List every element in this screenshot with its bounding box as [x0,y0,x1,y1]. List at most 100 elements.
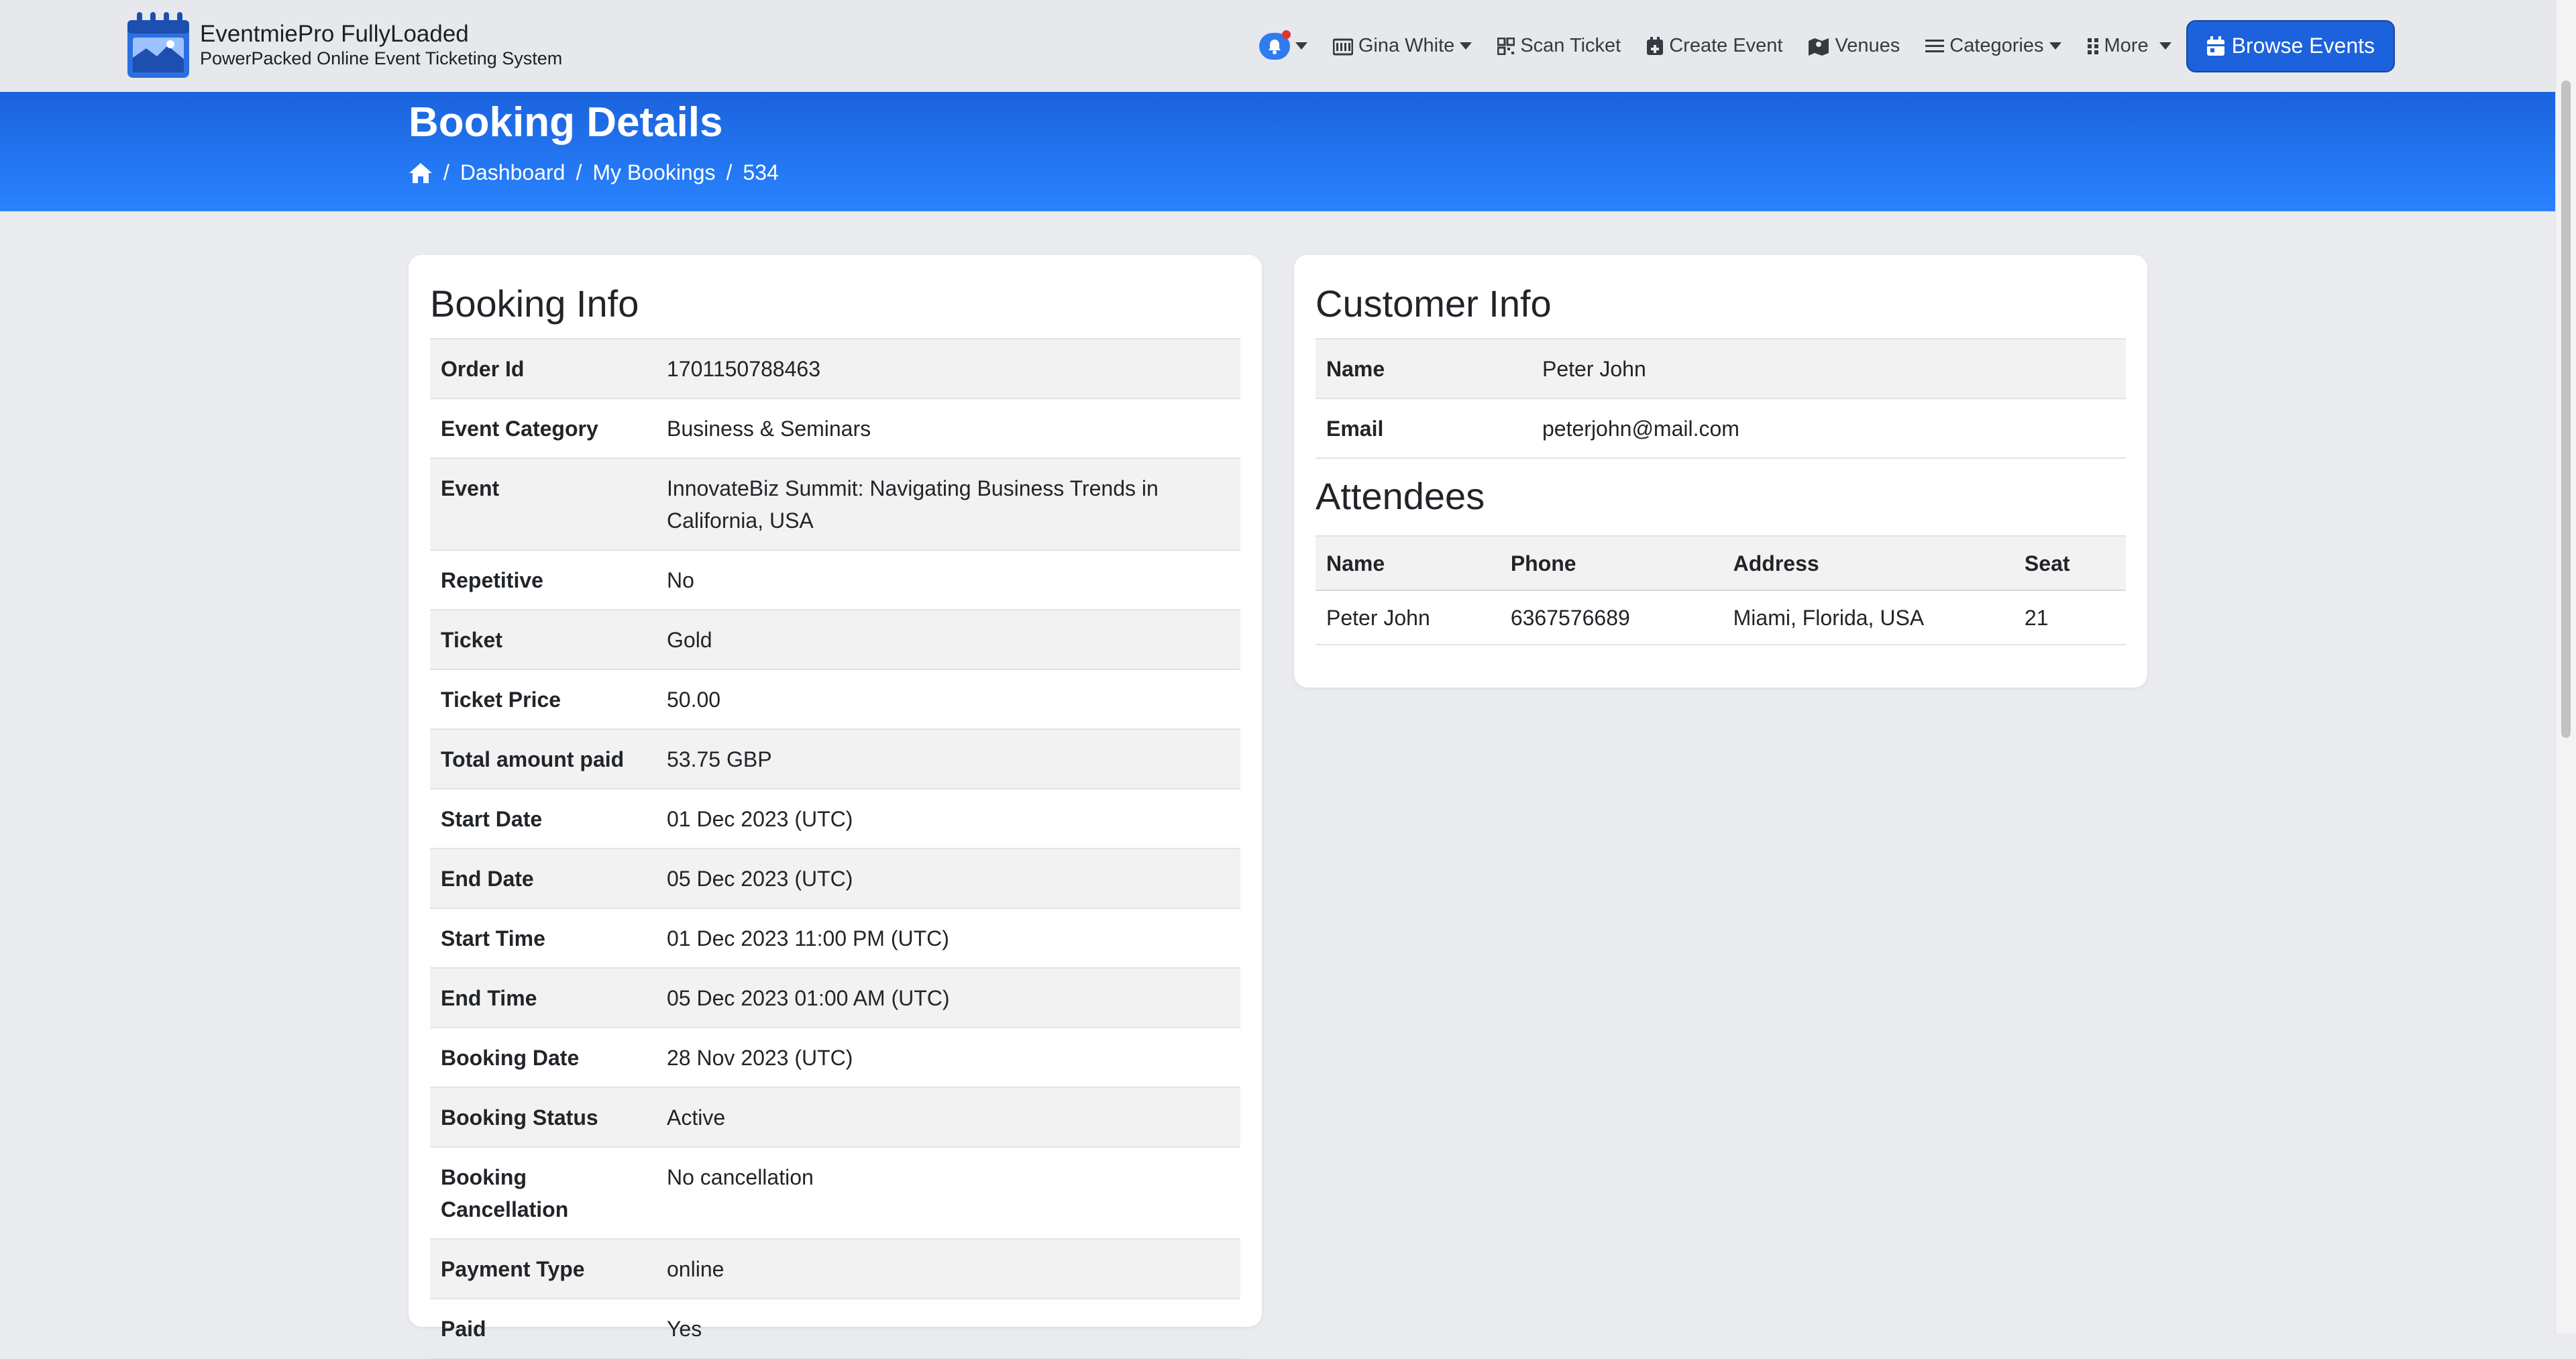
breadcrumb-current: 534 [743,160,779,184]
booking-row-ticket: Ticket Gold [430,610,1240,670]
calendar-plus-icon [1647,36,1664,55]
booking-row-value: 05 Dec 2023 (UTC) [656,849,1240,909]
nav-more-label: More [2104,35,2149,56]
booking-row-value: No cancellation [656,1147,1240,1240]
booking-row-value: 01 Dec 2023 (UTC) [656,789,1240,849]
brand-subtitle: PowerPacked Online Event Ticketing Syste… [200,48,563,68]
customer-info-table: Name Peter John Email peterjohn@mail.com [1316,338,2126,459]
page-title: Booking Details [409,99,723,146]
notification-dot [1281,30,1291,39]
booking-row-label: Ticket Price [430,669,656,730]
nav-venues[interactable]: Venues [1808,35,1900,57]
page-header: Booking Details / Dashboard / My Booking… [0,92,2556,211]
attendees-column-phone: Phone [1499,535,1723,591]
nav-more[interactable]: More [2087,35,2171,57]
attendee-cell-seat: 21 [2013,590,2126,645]
notifications-dropdown[interactable] [1258,30,1307,60]
breadcrumb-separator: / [726,160,733,184]
booking-row-value: No [656,550,1240,610]
brand-logo-icon [127,12,189,78]
booking-row-label: End Date [430,849,656,909]
breadcrumb: / Dashboard / My Bookings / 534 [409,160,779,185]
grid-dots-icon [2087,38,2098,54]
customer-info-card: Customer Info Name Peter John Email peterjo… [1294,255,2147,688]
booking-row-label: Payment Type [430,1239,656,1299]
booking-row-end-date: End Date 05 Dec 2023 (UTC) [430,849,1240,909]
nav-create-event[interactable]: Create Event [1646,35,1782,57]
booking-row-label: Paid [430,1299,656,1359]
page-scrollbar[interactable] [2555,0,2576,1334]
booking-row-label: Booking Status [430,1087,656,1148]
attendee-cell-name: Peter John [1316,590,1500,645]
nav-scan-ticket-label: Scan Ticket [1520,35,1621,56]
brand-title: EventmiePro FullyLoaded [200,21,469,47]
top-navbar: EventmiePro FullyLoaded PowerPacked Onli… [0,0,2556,93]
booking-row-label: Start Time [430,908,656,969]
map-icon [1809,38,1829,56]
nav-venues-label: Venues [1835,35,1900,56]
customer-row-name: Name Peter John [1316,338,2126,399]
booking-row-payment-type: Payment Type online [430,1239,1240,1299]
attendees-header-row: Name Phone Address Seat [1316,535,2126,591]
booking-row-value: 05 Dec 2023 01:00 AM (UTC) [656,968,1240,1028]
booking-info-card: Booking Info Order Id 1701150788463 Event … [409,255,1262,1359]
booking-row-value: 50.00 [656,669,1240,730]
booking-row-label: Event [430,458,656,551]
nav-categories-label: Categories [1949,35,2044,56]
attendee-cell-address: Miami, Florida, USA [1722,590,2014,645]
booking-row-value: online [656,1239,1240,1299]
booking-row-value: Yes [656,1299,1240,1359]
chevron-down-icon [2049,42,2061,50]
customer-row-label: Email [1316,398,1532,459]
booking-row-repetitive: Repetitive No [430,550,1240,610]
chevron-down-icon [1295,42,1307,50]
nav-user-label: Gina White [1358,35,1455,56]
attendees-table: Name Phone Address Seat Peter John 636757668… [1316,535,2126,645]
booking-row-end-time: End Time 05 Dec 2023 01:00 AM (UTC) [430,968,1240,1028]
chevron-down-icon [2159,42,2171,50]
customer-row-value: peterjohn@mail.com [1532,398,2126,459]
customer-row-value: Peter John [1532,338,2126,399]
booking-row-ticket-price: Ticket Price 50.00 [430,669,1240,730]
booking-row-label: Order Id [430,338,656,399]
id-card-icon [1332,38,1353,55]
nav-user-menu[interactable]: Gina White [1332,35,1472,57]
booking-row-order-id: Order Id 1701150788463 [430,338,1240,399]
booking-row-value: 53.75 GBP [656,729,1240,790]
browse-events-button[interactable]: Browse Events [2186,19,2395,72]
browse-events-label: Browse Events [2231,34,2375,58]
booking-row-booking-status: Booking Status Active [430,1087,1240,1148]
customer-row-label: Name [1316,338,1532,399]
booking-info-title: Booking Info [430,282,639,325]
nav-scan-ticket[interactable]: Scan Ticket [1497,35,1621,57]
booking-row-booking-cancellation: Booking Cancellation No cancellation [430,1147,1240,1240]
booking-row-label: Repetitive [430,550,656,610]
booking-row-label: End Time [430,968,656,1028]
nav-categories[interactable]: Categories [1925,35,2061,57]
breadcrumb-dashboard[interactable]: Dashboard [460,160,566,185]
brand[interactable]: EventmiePro FullyLoaded PowerPacked Onli… [126,11,562,79]
booking-row-label: Booking Date [430,1028,656,1088]
booking-row-value: 28 Nov 2023 (UTC) [656,1028,1240,1088]
booking-row-label: Total amount paid [430,729,656,790]
breadcrumb-separator: / [576,160,582,184]
booking-row-booking-date: Booking Date 28 Nov 2023 (UTC) [430,1028,1240,1088]
booking-row-label: Event Category [430,398,656,459]
notifications-button[interactable] [1258,30,1291,60]
list-icon [1925,39,1945,52]
booking-row-start-date: Start Date 01 Dec 2023 (UTC) [430,789,1240,849]
booking-row-label: Ticket [430,610,656,670]
booking-row-event: Event InnovateBiz Summit: Navigating Busi… [430,458,1240,551]
booking-row-event-category: Event Category Business & Seminars [430,398,1240,459]
nav-create-event-label: Create Event [1669,35,1783,56]
breadcrumb-my-bookings[interactable]: My Bookings [592,160,715,185]
booking-row-value: Gold [656,610,1240,670]
customer-row-email: Email peterjohn@mail.com [1316,398,2126,459]
attendees-column-seat: Seat [2013,535,2126,591]
chevron-down-icon [1460,42,1472,50]
booking-row-value: 01 Dec 2023 11:00 PM (UTC) [656,908,1240,969]
calendar-icon [2206,36,2224,56]
booking-row-value: Business & Seminars [656,398,1240,459]
home-icon[interactable] [409,162,433,184]
scrollbar-thumb[interactable] [2561,80,2571,738]
